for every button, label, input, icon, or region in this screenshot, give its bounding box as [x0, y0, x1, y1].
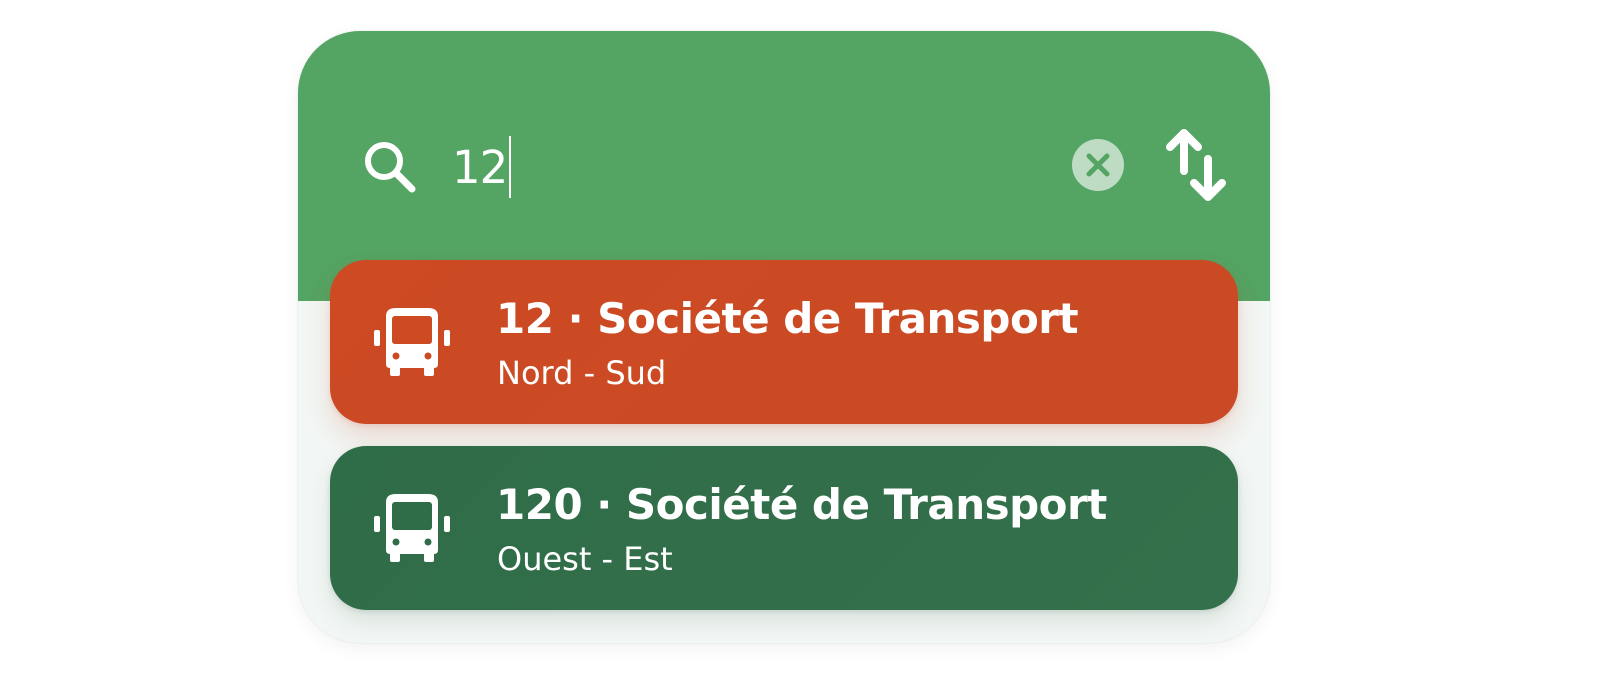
search-input[interactable]: 12	[452, 136, 512, 198]
route-title: 120 · Société de Transport	[496, 480, 1107, 529]
route-direction: Nord - Sud	[497, 354, 667, 392]
bus-icon	[374, 492, 450, 564]
clear-icon	[1086, 153, 1110, 177]
search-query: 12	[452, 140, 508, 194]
route-direction: Ouest - Est	[497, 540, 673, 578]
text-caret	[509, 136, 512, 198]
clear-search-button[interactable]	[1072, 139, 1124, 191]
search-icon	[360, 137, 420, 197]
route-result-120[interactable]: 120 · Société de Transport Ouest - Est	[330, 446, 1238, 610]
bus-icon	[374, 306, 450, 378]
route-result-12[interactable]: 12 · Société de Transport Nord - Sud	[330, 260, 1238, 424]
swap-icon	[1166, 129, 1226, 201]
route-title: 12 · Société de Transport	[496, 294, 1079, 343]
transit-search-card: 12 12 · Société de Transport Nord - Sud …	[298, 31, 1270, 643]
swap-direction-button[interactable]	[1164, 127, 1230, 203]
